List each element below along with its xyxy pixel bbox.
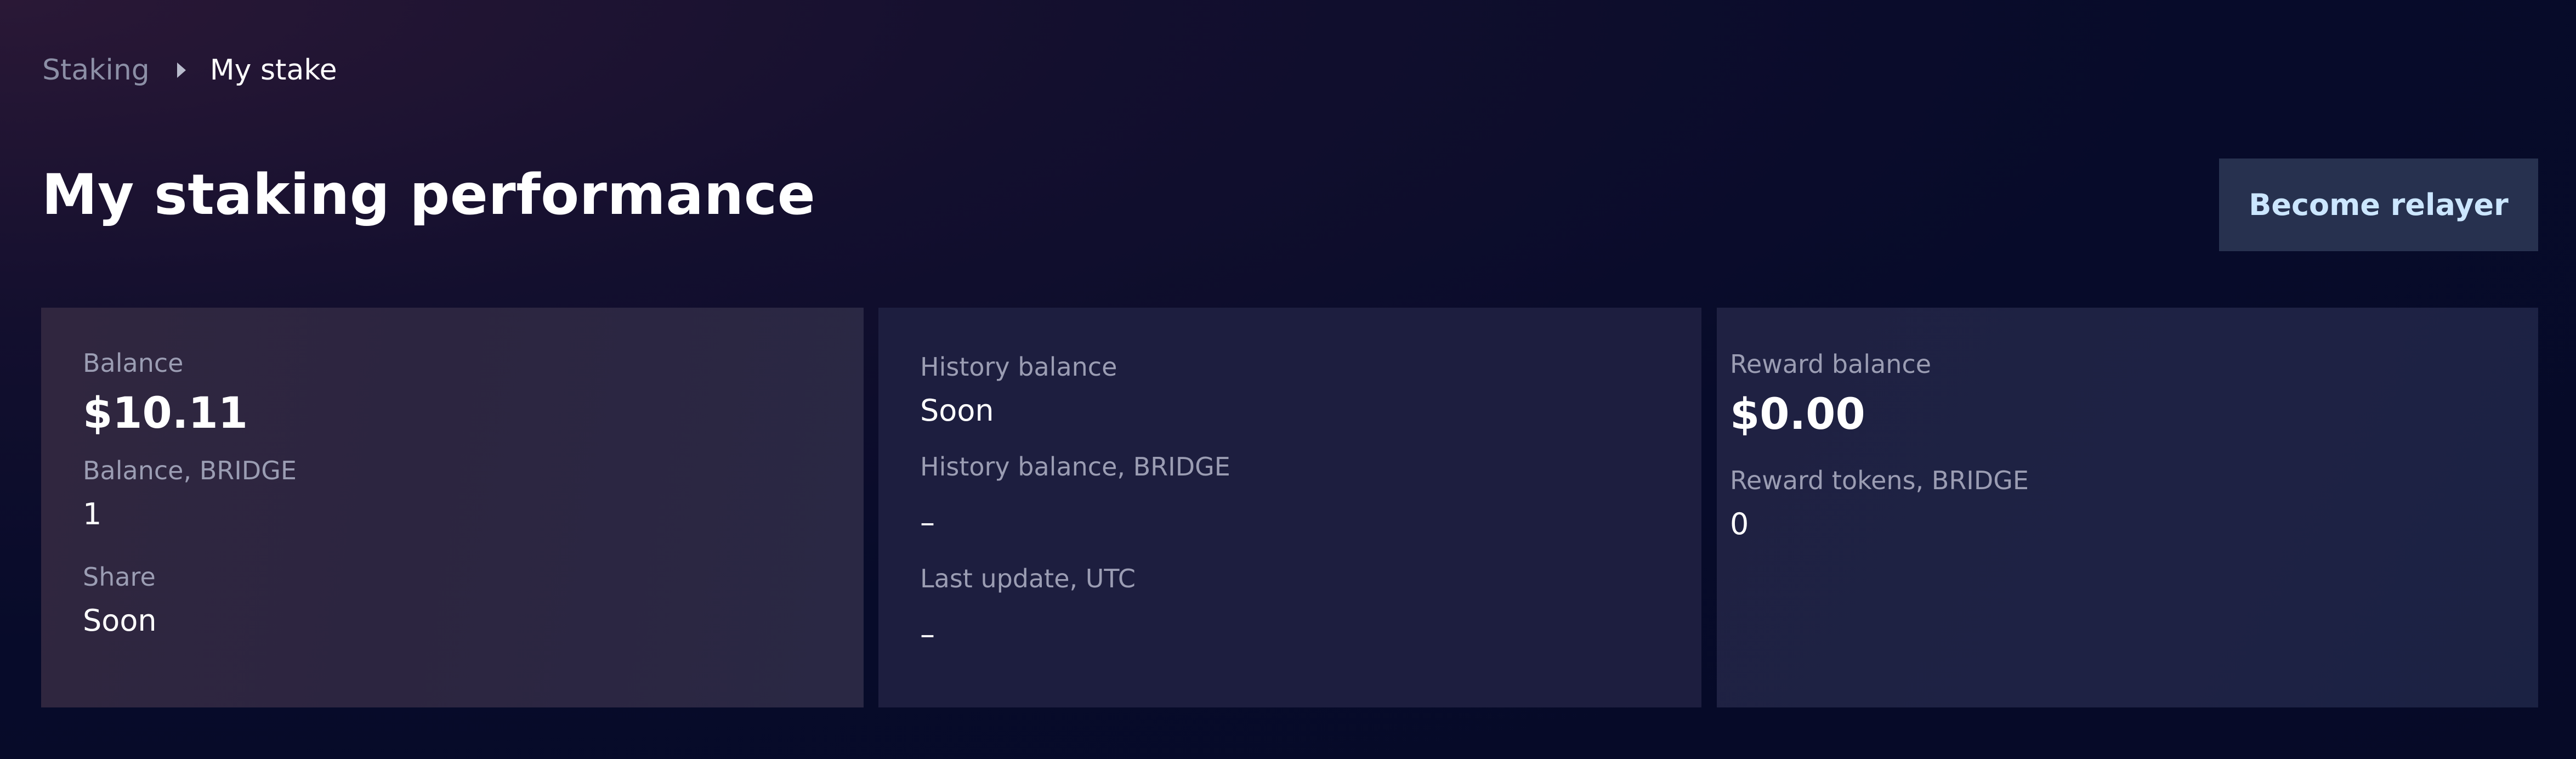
balance-card: Balance $10.11 Balance, BRIDGE 1 Share S…	[41, 308, 864, 707]
history-bridge-label: History balance, BRIDGE	[920, 452, 1230, 482]
history-bridge-value: –	[920, 505, 935, 540]
history-card: History balance Soon History balance, BR…	[878, 308, 1701, 707]
breadcrumb-link-staking[interactable]: Staking	[42, 54, 150, 87]
balance-bridge-value: 1	[83, 497, 102, 531]
reward-balance-value: $0.00	[1730, 390, 1865, 439]
balance-label: Balance	[83, 348, 184, 378]
share-label: Share	[83, 562, 156, 592]
reward-balance-label: Reward balance	[1730, 349, 1932, 379]
breadcrumb-current: My stake	[209, 54, 337, 87]
history-balance-label: History balance	[920, 352, 1117, 382]
history-bridge-field: History balance, BRIDGE –	[920, 454, 1660, 537]
last-update-field: Last update, UTC –	[920, 566, 1660, 649]
history-balance-field: History balance Soon	[920, 354, 1660, 426]
share-field: Share Soon	[83, 564, 822, 636]
reward-tokens-label: Reward tokens, BRIDGE	[1730, 466, 2029, 495]
reward-balance-field: Reward balance $0.00	[1730, 352, 2496, 436]
reward-tokens-field: Reward tokens, BRIDGE 0	[1730, 468, 2496, 539]
page-title: My staking performance	[42, 162, 816, 228]
balance-bridge-label: Balance, BRIDGE	[83, 456, 297, 485]
balance-bridge-field: Balance, BRIDGE 1	[83, 458, 822, 529]
last-update-label: Last update, UTC	[920, 564, 1136, 593]
breadcrumb: Staking My stake	[42, 50, 337, 90]
share-value: Soon	[83, 603, 157, 638]
history-balance-value: Soon	[920, 393, 994, 428]
last-update-value: –	[920, 617, 935, 652]
balance-field: Balance $10.11	[83, 350, 822, 435]
chevron-right-icon	[177, 63, 186, 78]
balance-value: $10.11	[83, 389, 248, 438]
reward-card: Reward balance $0.00 Reward tokens, BRID…	[1717, 308, 2538, 707]
become-relayer-button[interactable]: Become relayer	[2219, 158, 2538, 251]
reward-tokens-value: 0	[1730, 507, 1749, 541]
